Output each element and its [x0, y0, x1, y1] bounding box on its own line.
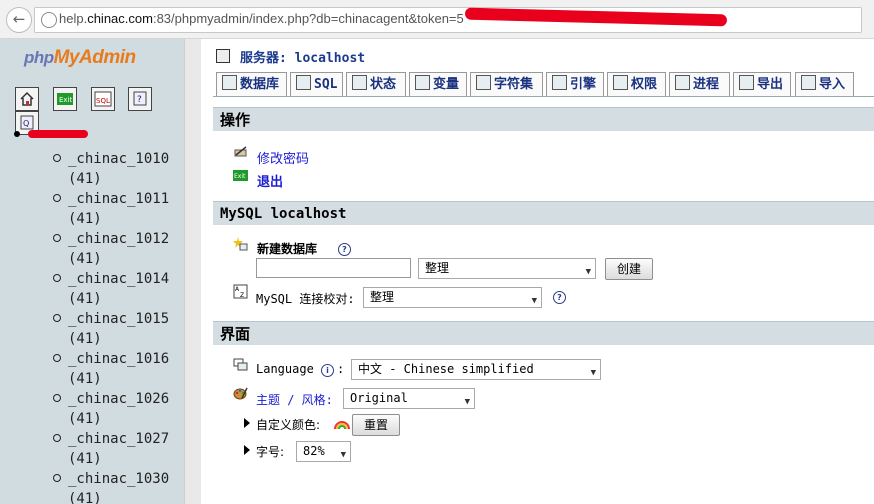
theme-select[interactable]: Original ▼ [343, 388, 475, 409]
sidebar-icon-bar: Exit SQL ? Q [15, 87, 184, 135]
tab-export[interactable]: 导出 [733, 72, 791, 96]
svg-text:SQL: SQL [96, 97, 110, 105]
tab-status[interactable]: 状态 [346, 72, 406, 96]
redaction-mark [464, 7, 728, 27]
tab-charsets[interactable]: 字符集 [470, 72, 543, 96]
theme-link[interactable]: 主题 / 风格: [256, 391, 333, 408]
table-item[interactable]: _chinac_1014 (41) [40, 269, 169, 309]
table-item[interactable]: _chinac_1015 (41) [40, 309, 169, 349]
custom-color-label: 自定义颜色: [256, 418, 321, 432]
table-item[interactable]: _chinac_1016 (41) [40, 349, 169, 389]
create-database-label: 新建数据库 [257, 242, 318, 256]
svg-text:Exit: Exit [234, 173, 246, 180]
phpmyadmin-logo[interactable]: phpMyAdmin [24, 47, 136, 69]
bullet [14, 131, 20, 137]
back-button[interactable]: ← [6, 7, 32, 33]
variables-icon [415, 75, 430, 90]
table-list: _chinac_1010 (41) _chinac_1011 (41) _china… [40, 149, 169, 504]
section-mysql-header: MySQL localhost [213, 201, 874, 225]
table-item[interactable]: _chinac_1027 (41) [40, 429, 169, 469]
export-icon [739, 75, 754, 90]
svg-text:?: ? [137, 95, 142, 105]
colon-label: : [337, 362, 345, 376]
language-label: Language [256, 362, 314, 376]
help-icon[interactable]: ? [553, 291, 566, 304]
redacted-database-name[interactable] [28, 130, 88, 138]
charset-icon [476, 75, 491, 90]
theme-palette-icon [233, 387, 248, 400]
table-item[interactable]: _chinac_1010 (41) [40, 149, 169, 189]
language-icon [233, 358, 248, 371]
language-select[interactable]: 中文 - Chinese simplified ▼ [351, 359, 601, 380]
reset-color-button[interactable]: 重置 [352, 414, 400, 436]
expand-arrow-icon[interactable] [244, 418, 250, 428]
font-size-label: 字号: [256, 445, 285, 459]
sql-icon [296, 75, 311, 90]
url-text: help.chinac.com:83/phpmyadmin/index.php?… [59, 11, 464, 26]
section-interface-header: 界面 [213, 321, 874, 345]
collation-icon: AZ [233, 284, 248, 299]
home-icon[interactable] [15, 87, 39, 111]
collation-select[interactable]: 整理 ▼ [418, 258, 596, 279]
tab-import[interactable]: 导入 [795, 72, 854, 96]
logout-icon: Exit [233, 170, 248, 181]
change-password-link[interactable]: 修改密码 [257, 148, 309, 167]
svg-text:Q: Q [23, 119, 29, 128]
database-icon [222, 75, 237, 90]
status-icon [352, 75, 367, 90]
section-operations-header: 操作 [213, 107, 874, 131]
connection-collation-select[interactable]: 整理 ▼ [363, 287, 542, 308]
sql-query-icon[interactable]: SQL [90, 87, 115, 111]
url-field[interactable]: help.chinac.com:83/phpmyadmin/index.php?… [34, 7, 862, 33]
tab-databases[interactable]: 数据库 [216, 72, 287, 96]
tab-bar: 数据库 SQL 状态 变量 字符集 引擎 权限 进程 导出 导入 [213, 72, 874, 97]
table-item[interactable]: _chinac_1026 (41) [40, 389, 169, 429]
server-icon [216, 49, 230, 63]
exit-icon[interactable]: Exit [52, 87, 77, 111]
privileges-icon [613, 75, 628, 90]
frame-divider[interactable] [184, 39, 201, 504]
engine-icon [552, 75, 567, 90]
svg-text:Z: Z [240, 292, 244, 299]
svg-text:Exit: Exit [59, 96, 73, 104]
tab-privileges[interactable]: 权限 [607, 72, 666, 96]
server-link[interactable]: localhost [295, 51, 365, 66]
change-password-icon [234, 146, 247, 157]
table-item[interactable]: _chinac_1030 (41) [40, 469, 169, 504]
tab-processes[interactable]: 进程 [669, 72, 730, 96]
info-icon[interactable]: i [321, 364, 334, 377]
processes-icon [675, 75, 690, 90]
expand-arrow-icon[interactable] [244, 445, 250, 455]
tab-sql[interactable]: SQL [290, 72, 343, 96]
server-heading: 服务器: localhost [216, 47, 365, 66]
help-icon[interactable]: ? [338, 243, 351, 256]
browser-address-bar: ← help.chinac.com:83/phpmyadmin/index.ph… [0, 0, 874, 39]
main-panel: 服务器: localhost 数据库 SQL 状态 变量 字符集 引擎 权限 进… [213, 39, 874, 504]
connection-collation-label: MySQL 连接校对: [256, 292, 355, 306]
tab-engines[interactable]: 引擎 [546, 72, 604, 96]
create-button[interactable]: 创建 [605, 258, 653, 280]
import-icon [801, 75, 816, 90]
font-size-select[interactable]: 82% ▼ [296, 441, 351, 462]
new-database-icon [233, 237, 248, 251]
table-item[interactable]: _chinac_1011 (41) [40, 189, 169, 229]
logout-link[interactable]: 退出 [257, 171, 283, 190]
globe-icon [41, 12, 57, 28]
docs-icon[interactable]: ? [128, 87, 153, 111]
left-navigation: phpMyAdmin Exit SQL ? Q _chinac_1010 (41)… [0, 39, 184, 504]
table-item[interactable]: _chinac_1012 (41) [40, 229, 169, 269]
new-database-name-input[interactable] [256, 258, 411, 278]
rainbow-icon [334, 421, 350, 430]
tab-variables[interactable]: 变量 [409, 72, 467, 96]
